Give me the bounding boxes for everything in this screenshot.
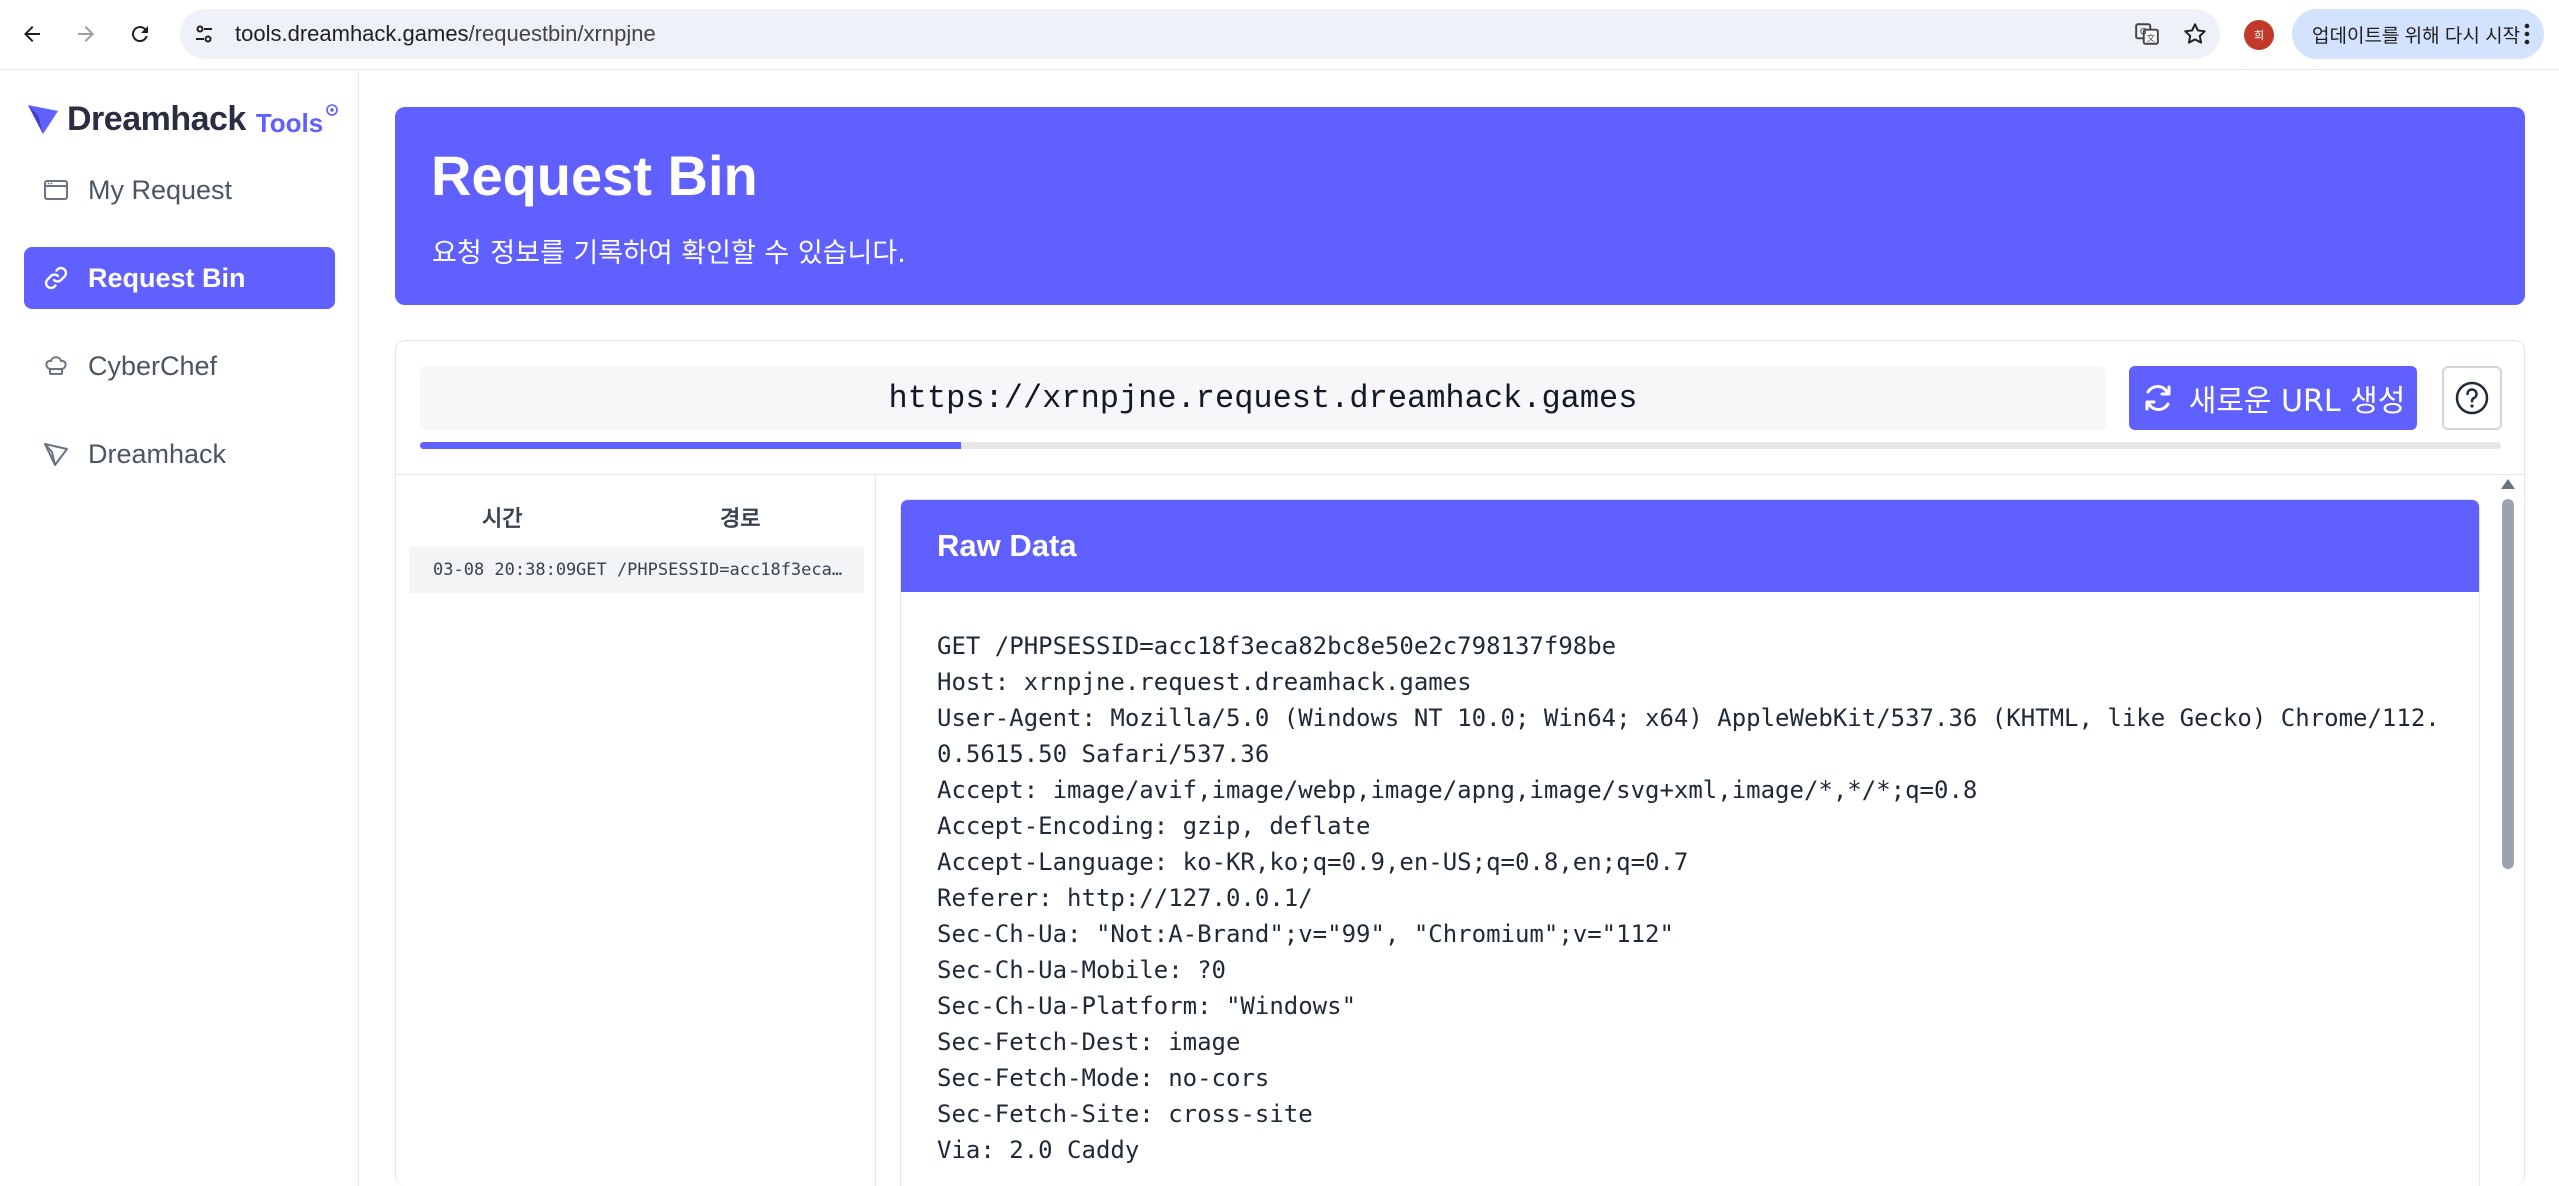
bookmark-star-icon[interactable] <box>2182 21 2208 47</box>
raw-data-line: Sec-Fetch-Site: cross-site <box>937 1100 1313 1128</box>
raw-data-line: User-Agent: Mozilla/5.0 (Windows NT 10.0… <box>937 704 2440 768</box>
sidebar-item-cyberchef[interactable]: CyberChef <box>24 335 335 397</box>
svg-text:文: 文 <box>2146 32 2155 44</box>
scroll-up-arrow-icon[interactable] <box>2501 479 2515 489</box>
request-row[interactable]: 03-08 20:38:09 GET /PHPSESSID=acc18f3eca… <box>409 547 864 593</box>
sidebar: Dreamhack Tools My Request Request Bin C… <box>0 71 359 1186</box>
sidebar-item-request-bin[interactable]: Request Bin <box>24 247 335 309</box>
site-settings-icon[interactable] <box>192 22 216 46</box>
raw-data-scrollbar[interactable] <box>2496 475 2520 1186</box>
logo-tools-text: Tools <box>255 107 324 138</box>
browser-toolbar: tools.dreamhack.games/requestbin/xrnpjne… <box>0 0 2559 70</box>
url-text: tools.dreamhack.games/requestbin/xrnpjne <box>235 21 656 47</box>
forward-button[interactable] <box>64 12 108 56</box>
bin-url-display[interactable]: https://xrnpjne.request.dreamhack.games <box>420 366 2106 430</box>
help-button[interactable] <box>2442 366 2502 430</box>
raw-data-line: GET /PHPSESSID=acc18f3eca82bc8e50e2c7981… <box>937 632 1617 660</box>
request-path: GET /PHPSESSID=acc18f3eca82bc8e50e2c7981… <box>576 560 851 580</box>
raw-data-line: Sec-Ch-Ua-Platform: "Windows" <box>937 992 1357 1020</box>
chef-hat-icon <box>45 356 67 375</box>
request-bin-panel: https://xrnpjne.request.dreamhack.games … <box>395 340 2526 1186</box>
sidebar-item-label: Request Bin <box>88 262 246 293</box>
more-vert-icon <box>2524 23 2530 45</box>
back-button[interactable] <box>10 12 54 56</box>
scroll-thumb[interactable] <box>2502 499 2514 869</box>
translate-icon[interactable]: 文 G <box>2134 21 2160 47</box>
raw-data-body: GET /PHPSESSID=acc18f3eca82bc8e50e2c7981… <box>901 592 2479 1186</box>
reload-button[interactable] <box>118 12 162 56</box>
raw-data-line: Via: 2.0 Caddy <box>937 1136 1140 1164</box>
raw-data-line: Accept: image/avif,image/webp,image/apng… <box>937 776 1978 804</box>
raw-data-line: Sec-Fetch-Mode: no-cors <box>937 1064 1270 1092</box>
arrow-left-icon <box>24 26 40 42</box>
dreamhack-icon <box>44 443 68 466</box>
page-title: Request Bin <box>431 144 758 207</box>
raw-data-line: Referer: http://127.0.0.1/ <box>937 884 1313 912</box>
page-subtitle: 요청 정보를 기록하여 확인할 수 있습니다. <box>432 238 906 269</box>
progress-fill <box>420 442 962 449</box>
profile-avatar[interactable]: 희 <box>2244 20 2274 50</box>
raw-data-line: Sec-Ch-Ua: "Not:A-Brand";v="99", "Chromi… <box>937 920 1674 948</box>
update-label: 업데이트를 위해 다시 시작 <box>2312 25 2521 47</box>
sidebar-item-dreamhack[interactable]: Dreamhack <box>24 423 335 485</box>
dreamhack-logo-icon <box>28 105 58 134</box>
gear-badge-icon <box>326 104 339 116</box>
sidebar-item-label: Dreamhack <box>88 438 227 469</box>
url-path: /requestbin/xrnpjne <box>468 21 656 46</box>
raw-data-line: Accept-Language: ko-KR,ko;q=0.9,en-US;q=… <box>937 848 1689 876</box>
sidebar-item-label: CyberChef <box>88 350 218 381</box>
new-url-button[interactable]: 새로운 URL 생성 <box>2129 366 2417 430</box>
refresh-icon <box>2145 385 2171 411</box>
sidebar-item-my-request[interactable]: My Request <box>24 159 335 221</box>
arrow-right-icon <box>78 26 94 42</box>
raw-data-line: Sec-Fetch-Dest: image <box>937 1028 1241 1056</box>
logo-text: Dreamhack <box>67 99 246 138</box>
raw-data-line: Host: xrnpjne.request.dreamhack.games <box>937 668 1472 696</box>
reload-icon <box>131 26 148 43</box>
raw-data-line: Sec-Ch-Ua-Mobile: ?0 <box>937 956 1226 984</box>
new-url-label: 새로운 URL 생성 <box>2188 384 2406 419</box>
refresh-progress-bar <box>420 442 2501 449</box>
sidebar-item-label: My Request <box>88 174 233 205</box>
question-circle-icon <box>2455 381 2489 415</box>
raw-data-card: Raw Data GET /PHPSESSID=acc18f3eca82bc8e… <box>900 499 2480 1186</box>
column-header-path: 경로 <box>720 507 761 532</box>
address-bar[interactable]: tools.dreamhack.games/requestbin/xrnpjne… <box>180 9 2220 59</box>
page-header-banner: Request Bin 요청 정보를 기록하여 확인할 수 있습니다. <box>395 107 2525 305</box>
browser-window-icon <box>44 180 68 200</box>
request-time: 03-08 20:38:09 <box>433 560 577 580</box>
update-restart-button[interactable]: 업데이트를 위해 다시 시작 <box>2292 9 2544 59</box>
raw-data-title: Raw Data <box>901 500 2479 592</box>
url-host: tools.dreamhack.games <box>235 21 469 46</box>
dreamhack-tools-logo[interactable]: Dreamhack Tools <box>25 99 339 139</box>
svg-text:G: G <box>2140 28 2147 38</box>
request-list: 시간 경로 03-08 20:38:09 GET /PHPSESSID=acc1… <box>396 475 876 1186</box>
raw-data-line: Accept-Encoding: gzip, deflate <box>937 812 1371 840</box>
link-icon <box>44 266 68 290</box>
column-header-time: 시간 <box>482 507 523 532</box>
